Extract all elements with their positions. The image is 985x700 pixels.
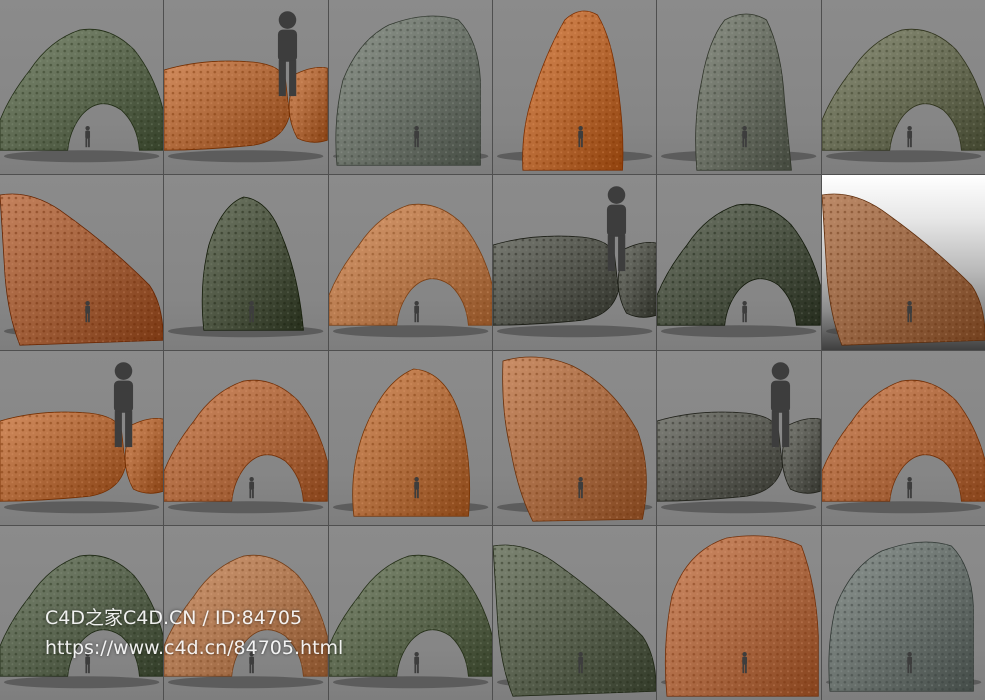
ground-shadow [3, 675, 160, 688]
human-scale-figure [413, 651, 419, 673]
rock-texture [657, 204, 821, 326]
rock-thumbnail [0, 350, 164, 525]
rock-texture [821, 379, 985, 501]
rock-texture [665, 535, 819, 696]
rock-thumbnail [657, 175, 821, 350]
human-scale-figure [413, 301, 419, 323]
ground-shadow [168, 675, 324, 688]
rock-render [821, 193, 985, 346]
rock-thumbnail [821, 175, 985, 350]
rock-render [661, 13, 817, 171]
rock-render [164, 554, 328, 688]
ground-shadow [3, 150, 160, 163]
rock-thumbnail [328, 0, 492, 175]
rock-thumbnail [821, 525, 985, 700]
human-scale-figure [85, 651, 91, 673]
ground-shadow [496, 325, 653, 338]
rock-texture [0, 411, 126, 501]
rock-texture [492, 544, 657, 696]
rock-texture [821, 194, 985, 346]
rock-thumbnail [164, 350, 328, 525]
rock-texture [828, 541, 974, 691]
rock-thumbnail [821, 350, 985, 525]
rock-thumbnail [164, 175, 328, 350]
human-scale-figure [278, 11, 298, 97]
ground-shadow [168, 150, 324, 163]
rock-render [496, 10, 653, 171]
rock-texture [492, 236, 619, 326]
rock-render [332, 368, 489, 517]
rock-render [328, 554, 492, 688]
rock-texture [164, 379, 328, 501]
rock-render [492, 186, 657, 338]
rock-render [0, 28, 164, 163]
rock-thumbnail [164, 525, 328, 700]
rock-thumbnail [657, 0, 821, 175]
rock-render [825, 541, 982, 692]
rock-render [0, 554, 164, 688]
rock-texture [657, 411, 783, 501]
rock-texture [328, 554, 492, 676]
rock-render [164, 11, 328, 163]
ground-shadow [825, 150, 982, 163]
rock-thumbnail [492, 350, 657, 525]
human-scale-figure [906, 476, 912, 498]
ground-shadow [661, 325, 817, 338]
rock-render [661, 535, 820, 697]
human-scale-figure [771, 361, 791, 447]
rock-texture [522, 11, 623, 171]
rock-texture [0, 194, 164, 346]
rock-thumbnail [328, 350, 492, 525]
rock-thumbnail [492, 0, 657, 175]
ground-shadow [3, 500, 160, 513]
rock-render [496, 356, 653, 522]
rock-texture [0, 29, 164, 151]
rock-render [168, 196, 324, 338]
human-scale-figure [85, 125, 91, 148]
rock-texture [821, 29, 985, 151]
human-scale-figure [606, 186, 627, 272]
ground-shadow [168, 500, 324, 513]
ground-shadow [332, 675, 489, 688]
rock-render [0, 361, 164, 513]
rock-texture [328, 204, 492, 326]
human-scale-figure [742, 301, 748, 323]
rock-thumbnail [164, 0, 328, 175]
rock-render [821, 28, 985, 163]
rock-texture [164, 554, 328, 676]
rock-render [821, 379, 985, 513]
rock-texture [502, 356, 647, 521]
rock-render [332, 15, 489, 166]
rock-render [0, 193, 164, 346]
rock-thumbnail [0, 0, 164, 175]
rock-render [657, 361, 821, 513]
rock-thumbnail [328, 175, 492, 350]
rock-render [492, 544, 657, 697]
rock-model-grid [0, 0, 985, 700]
rock-thumbnail [657, 525, 821, 700]
rock-thumbnail [821, 0, 985, 175]
ground-shadow [332, 325, 489, 338]
rock-thumbnail [657, 350, 821, 525]
rock-thumbnail [492, 175, 657, 350]
rock-texture [164, 61, 290, 151]
rock-thumbnail [492, 525, 657, 700]
ground-shadow [825, 500, 982, 513]
human-scale-figure [249, 651, 255, 673]
rock-render [328, 204, 492, 338]
rock-thumbnail [0, 175, 164, 350]
rock-thumbnail [0, 525, 164, 700]
rock-texture [352, 368, 470, 516]
rock-render [657, 204, 821, 338]
rock-texture [0, 554, 164, 676]
human-scale-figure [249, 476, 255, 498]
human-scale-figure [113, 361, 134, 447]
human-scale-figure [906, 125, 912, 148]
ground-shadow [661, 500, 817, 513]
rock-render [164, 379, 328, 513]
rock-thumbnail [328, 525, 492, 700]
rock-texture [335, 16, 481, 166]
